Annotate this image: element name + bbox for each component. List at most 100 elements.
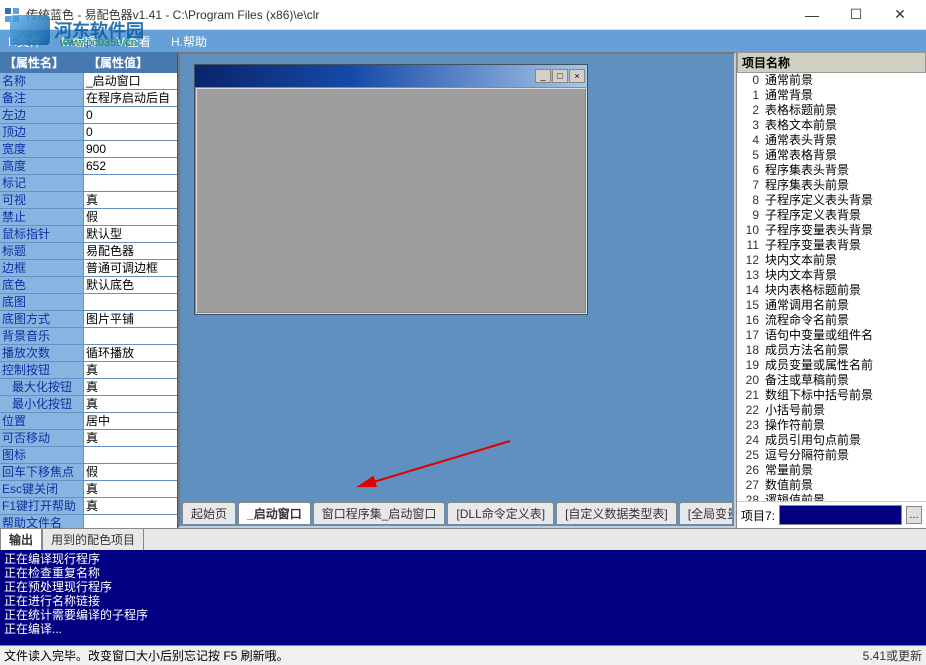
property-row[interactable]: 底图	[0, 294, 177, 311]
list-item[interactable]: 11子程序变量表背景	[737, 238, 926, 253]
editor-tab[interactable]: 窗口程序集_启动窗口	[313, 502, 446, 524]
property-row[interactable]: 可否移动真	[0, 430, 177, 447]
editor-tab[interactable]: [自定义数据类型表]	[556, 502, 677, 524]
property-value[interactable]: 真	[84, 362, 177, 378]
list-item[interactable]: 24成员引用句点前景	[737, 433, 926, 448]
list-item[interactable]: 7程序集表头前景	[737, 178, 926, 193]
list-item[interactable]: 19成员变量或属性名前	[737, 358, 926, 373]
menu-edit[interactable]: E.编辑	[57, 33, 100, 50]
property-value[interactable]: 默认型	[84, 226, 177, 242]
property-value[interactable]: _启动窗口	[84, 73, 177, 89]
property-value[interactable]: 默认底色	[84, 277, 177, 293]
list-item[interactable]: 18成员方法名前景	[737, 343, 926, 358]
property-value[interactable]: 0	[84, 124, 177, 140]
list-item[interactable]: 15通常调用名前景	[737, 298, 926, 313]
property-row[interactable]: 最大化按钮真	[0, 379, 177, 396]
property-value[interactable]: 普通可调边框	[84, 260, 177, 276]
property-row[interactable]: 顶边0	[0, 124, 177, 141]
property-value[interactable]: 在程序启动后自	[84, 90, 177, 106]
property-value[interactable]: 真	[84, 192, 177, 208]
list-item[interactable]: 27数值前景	[737, 478, 926, 493]
list-item[interactable]: 5通常表格背景	[737, 148, 926, 163]
property-row[interactable]: 鼠标指针默认型	[0, 226, 177, 243]
property-row[interactable]: 备注在程序启动后自	[0, 90, 177, 107]
property-value[interactable]	[84, 328, 177, 344]
property-value[interactable]	[84, 515, 177, 528]
list-item[interactable]: 17语句中变量或组件名	[737, 328, 926, 343]
list-item[interactable]: 8子程序定义表头背景	[737, 193, 926, 208]
property-value[interactable]	[84, 294, 177, 310]
list-item[interactable]: 9子程序定义表背景	[737, 208, 926, 223]
menu-view[interactable]: V.查看	[113, 33, 155, 50]
list-item[interactable]: 28逻辑值前景	[737, 493, 926, 501]
maximize-button[interactable]: ☐	[834, 0, 878, 30]
close-button[interactable]: ✕	[878, 0, 922, 30]
property-row[interactable]: 背景音乐	[0, 328, 177, 345]
preview-body[interactable]	[195, 87, 587, 314]
list-item[interactable]: 20备注或草稿前景	[737, 373, 926, 388]
property-row[interactable]: 最小化按钮真	[0, 396, 177, 413]
property-row[interactable]: 位置居中	[0, 413, 177, 430]
property-value[interactable]: 真	[84, 396, 177, 412]
editor-tab[interactable]: [全局变量表]	[679, 502, 732, 524]
output-tab[interactable]: 用到的配色项目	[42, 529, 144, 550]
property-value[interactable]: 900	[84, 141, 177, 157]
property-row[interactable]: 图标	[0, 447, 177, 464]
property-row[interactable]: 禁止假	[0, 209, 177, 226]
preview-close-icon[interactable]: ×	[569, 69, 585, 83]
list-item[interactable]: 6程序集表头背景	[737, 163, 926, 178]
property-value[interactable]: 652	[84, 158, 177, 174]
property-value[interactable]	[84, 175, 177, 191]
property-row[interactable]: 宽度900	[0, 141, 177, 158]
editor-tab[interactable]: [DLL命令定义表]	[447, 502, 554, 524]
property-row[interactable]: 名称_启动窗口	[0, 73, 177, 90]
property-value[interactable]: 图片平铺	[84, 311, 177, 327]
property-row[interactable]: F1键打开帮助真	[0, 498, 177, 515]
property-row[interactable]: 底色默认底色	[0, 277, 177, 294]
list-item[interactable]: 26常量前景	[737, 463, 926, 478]
property-row[interactable]: 控制按钮真	[0, 362, 177, 379]
property-value[interactable]: 真	[84, 430, 177, 446]
property-row[interactable]: 标记	[0, 175, 177, 192]
preview-maximize-icon[interactable]: □	[552, 69, 568, 83]
property-row[interactable]: 左边0	[0, 107, 177, 124]
editor-tab[interactable]: 起始页	[182, 502, 236, 524]
property-row[interactable]: 可视真	[0, 192, 177, 209]
list-item[interactable]: 23操作符前景	[737, 418, 926, 433]
property-row[interactable]: 播放次数循环播放	[0, 345, 177, 362]
editor-tab[interactable]: _启动窗口	[238, 502, 311, 524]
output-body[interactable]: 正在编译现行程序正在检查重复名称正在预处理现行程序正在进行名称链接正在统计需要编…	[0, 550, 926, 645]
list-item[interactable]: 1通常背景	[737, 88, 926, 103]
property-value[interactable]: 循环播放	[84, 345, 177, 361]
list-item[interactable]: 0通常前景	[737, 73, 926, 88]
property-value[interactable]: 真	[84, 379, 177, 395]
property-row[interactable]: 帮助文件名	[0, 515, 177, 528]
property-value[interactable]: 真	[84, 481, 177, 497]
design-canvas[interactable]: _ □ × 起始页_启动窗口窗口程序集_启动窗口[DLL命令定义表][自定义数据…	[178, 52, 736, 528]
property-value[interactable]: 假	[84, 464, 177, 480]
list-item[interactable]: 3表格文本前景	[737, 118, 926, 133]
list-item[interactable]: 16流程命令名前景	[737, 313, 926, 328]
property-value[interactable]: 真	[84, 498, 177, 514]
property-row[interactable]: Esc键关闭真	[0, 481, 177, 498]
property-value[interactable]	[84, 447, 177, 463]
property-value[interactable]: 易配色器	[84, 243, 177, 259]
property-row[interactable]: 回车下移焦点假	[0, 464, 177, 481]
property-row[interactable]: 底图方式图片平铺	[0, 311, 177, 328]
list-item[interactable]: 12块内文本前景	[737, 253, 926, 268]
property-row[interactable]: 标题易配色器	[0, 243, 177, 260]
list-item[interactable]: 25逗号分隔符前景	[737, 448, 926, 463]
preview-minimize-icon[interactable]: _	[535, 69, 551, 83]
menu-file[interactable]: F.文件	[4, 33, 45, 50]
property-value[interactable]: 0	[84, 107, 177, 123]
menu-help[interactable]: H.帮助	[167, 33, 211, 50]
list-item[interactable]: 10子程序变量表头背景	[737, 223, 926, 238]
property-value[interactable]: 假	[84, 209, 177, 225]
color-combo[interactable]	[779, 505, 902, 525]
property-row[interactable]: 高度652	[0, 158, 177, 175]
list-item[interactable]: 21数组下标中括号前景	[737, 388, 926, 403]
list-item[interactable]: 22小括号前景	[737, 403, 926, 418]
output-tab[interactable]: 输出	[0, 529, 42, 550]
property-row[interactable]: 边框普通可调边框	[0, 260, 177, 277]
list-item[interactable]: 4通常表头背景	[737, 133, 926, 148]
